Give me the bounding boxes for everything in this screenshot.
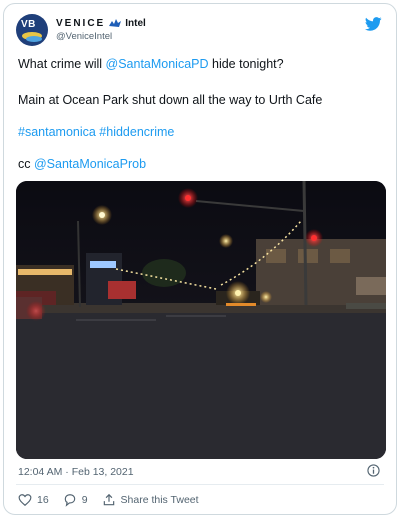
reply-count: 9: [81, 494, 88, 506]
author-name-row[interactable]: VENICE Intel: [56, 18, 146, 29]
tweet-text-line-2: Main at Ocean Park shut down all the way…: [18, 93, 323, 107]
avatar-wave-blue: [26, 36, 42, 42]
tweet-photo[interactable]: [16, 181, 386, 459]
tweet-text-line-cc: cc @SantaMonicaProb: [18, 157, 146, 171]
divider: [16, 484, 384, 485]
avatar-initials: VB: [21, 19, 36, 30]
reply-bubble-icon: [64, 494, 75, 507]
info-icon[interactable]: [367, 464, 380, 477]
author-handle[interactable]: @VeniceIntel: [56, 31, 112, 42]
tweet-text: What crime will: [18, 57, 106, 71]
tweet-text: hide tonight?: [208, 57, 284, 71]
like-count: 16: [37, 494, 49, 506]
tweet-card: VB VENICE Intel @VeniceIntel What crime …: [3, 3, 397, 515]
hashtag-links[interactable]: #santamonica #hiddencrime: [18, 125, 174, 139]
night-street-photo: [16, 181, 386, 459]
cc-prefix: cc: [18, 157, 34, 171]
tweet-timestamp[interactable]: 12:04 AM · Feb 13, 2021: [18, 466, 134, 478]
mention-link[interactable]: @SantaMonicaProb: [34, 157, 146, 171]
share-icon: [103, 493, 114, 506]
mention-link[interactable]: @SantaMonicaPD: [106, 57, 209, 71]
display-name-suffix[interactable]: Intel: [125, 18, 146, 29]
tweet-text-line-1: What crime will @SantaMonicaPD hide toni…: [18, 57, 284, 71]
tweet-actions: 16 9 Share this Tweet: [18, 493, 213, 507]
share-label: Share this Tweet: [120, 494, 199, 506]
heart-icon: [18, 494, 32, 507]
reply-button[interactable]: 9: [63, 493, 88, 507]
share-button[interactable]: Share this Tweet: [102, 493, 199, 507]
winged-lion-icon: [109, 19, 122, 27]
display-name[interactable]: VENICE: [56, 18, 105, 29]
twitter-bird-icon[interactable]: [365, 17, 382, 31]
avatar[interactable]: VB: [16, 14, 48, 46]
like-button[interactable]: 16: [18, 493, 49, 507]
